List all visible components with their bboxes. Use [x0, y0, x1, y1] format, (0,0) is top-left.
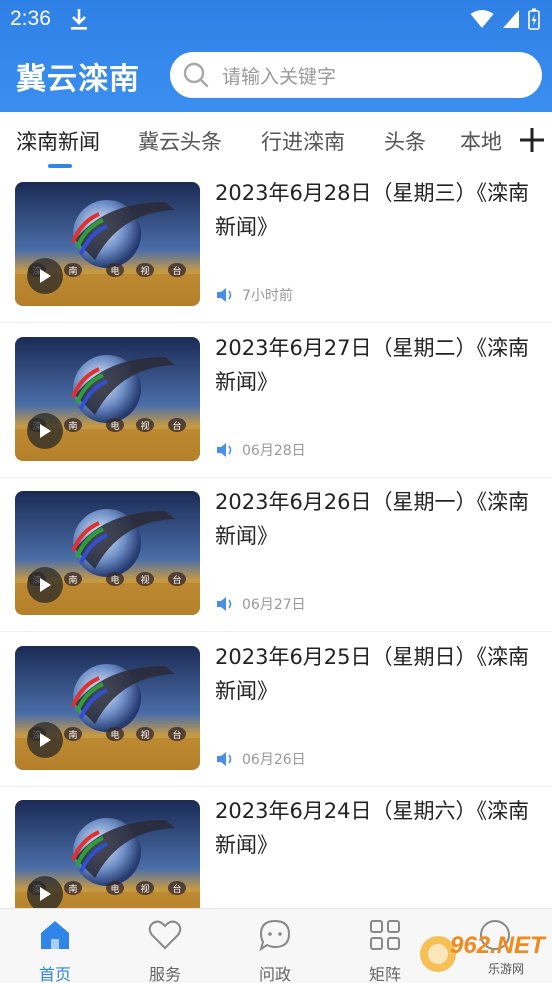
status-bar: 2:36 — [0, 0, 552, 40]
play-icon — [40, 578, 51, 592]
speaker-icon — [217, 442, 232, 457]
thumb-char: 台 — [172, 883, 181, 895]
signal-icon — [503, 10, 519, 28]
thumb-char: 电 — [110, 420, 119, 432]
watermark-sub: 乐游网 — [488, 962, 525, 976]
thumb-char: 南 — [68, 420, 77, 432]
play-button[interactable] — [27, 258, 63, 294]
news-thumbnail[interactable]: 滦南电视台 — [15, 182, 200, 306]
news-meta: 06月28日 — [216, 440, 306, 460]
news-thumbnail[interactable]: 滦南电视台 — [15, 336, 200, 461]
speaker-icon — [217, 288, 232, 302]
play-button[interactable] — [27, 412, 63, 449]
play-icon — [40, 887, 51, 901]
thumb-char: 台 — [172, 729, 181, 741]
status-time: 2:36 — [10, 7, 51, 30]
news-time: 06月27日 — [242, 597, 306, 613]
news-thumbnail[interactable]: 滦南电视台 — [15, 491, 200, 615]
news-item[interactable]: 滦南电视台2023年6月28日（星期三）《滦南新闻》7小时前 — [0, 168, 552, 323]
play-icon — [40, 423, 51, 438]
thumb-char: 视 — [140, 420, 149, 432]
thumb-char: 电 — [110, 729, 119, 741]
play-icon — [40, 269, 51, 283]
watermark-brand: 962.NET — [450, 932, 545, 959]
heart-icon — [148, 920, 182, 950]
watermark-logo: 962.NET 乐游网 — [418, 930, 548, 980]
news-title[interactable]: 2023年6月26日（星期一）《滦南新闻》 — [215, 485, 545, 553]
play-button[interactable] — [27, 876, 63, 912]
search-placeholder: 请输入关键字 — [222, 65, 337, 88]
thumb-char: 南 — [68, 883, 77, 895]
play-button[interactable] — [27, 567, 63, 603]
thumb-char: 电 — [110, 574, 119, 586]
news-title[interactable]: 2023年6月28日（星期三）《滦南新闻》 — [215, 176, 545, 244]
news-title[interactable]: 2023年6月27日（星期二）《滦南新闻》 — [215, 331, 545, 399]
play-icon — [40, 732, 51, 747]
thumb-char: 南 — [68, 574, 77, 586]
nav-wenzheng-label: 问政 — [258, 965, 291, 983]
app-title: 冀云滦南 — [16, 62, 140, 97]
news-time: 7小时前 — [242, 288, 293, 304]
news-meta: 7小时前 — [216, 285, 293, 305]
news-title[interactable]: 2023年6月24日（星期六）《滦南新闻》 — [215, 794, 545, 862]
nav-wenzheng[interactable]: 问政 — [220, 909, 330, 983]
thumb-char: 南 — [68, 265, 77, 277]
home-icon — [41, 921, 69, 949]
grid-icon — [370, 920, 400, 950]
news-time: 06月26日 — [242, 751, 306, 768]
tab-jiyun-headlines[interactable]: 冀云头条 — [138, 126, 222, 156]
tab-progressing-luannan[interactable]: 行进滦南 — [261, 126, 345, 156]
news-item[interactable]: 滦南电视台2023年6月27日（星期二）《滦南新闻》06月28日 — [0, 323, 552, 478]
thumb-char: 台 — [172, 420, 181, 432]
search-icon — [183, 62, 209, 88]
thumb-char: 电 — [110, 265, 119, 277]
thumb-char: 台 — [172, 574, 181, 586]
nav-home[interactable]: 首页 — [0, 909, 110, 983]
news-time: 06月28日 — [242, 442, 306, 459]
tab-luannan-news[interactable]: 滦南新闻 — [16, 126, 100, 156]
speaker-icon — [217, 751, 232, 766]
nav-service-label: 服务 — [148, 965, 181, 983]
news-title[interactable]: 2023年6月25日（星期日）《滦南新闻》 — [215, 640, 545, 708]
speaker-icon — [217, 597, 232, 611]
news-item[interactable]: 滦南电视台 2023年6月26日（星期一）《滦南新闻》06月27日 — [0, 477, 552, 632]
tab-headlines[interactable]: 头条 — [384, 126, 426, 156]
thumb-char: 视 — [140, 265, 149, 277]
thumb-char: 南 — [68, 729, 77, 741]
app-header: 2:36 冀云滦南 请输入关键字 — [0, 0, 552, 112]
search-input[interactable]: 请输入关键字 — [170, 52, 542, 98]
thumb-char: 视 — [140, 883, 149, 895]
nav-home-label: 首页 — [38, 965, 71, 983]
news-thumbnail[interactable]: 滦南电视台 — [15, 645, 200, 770]
news-meta: 06月26日 — [216, 749, 306, 769]
thumb-char: 台 — [172, 265, 181, 277]
thumb-char: 电 — [110, 883, 119, 895]
channel-tabs: 滦南新闻 冀云头条 行进滦南 头条 本地 — [0, 112, 552, 168]
thumb-char: 视 — [140, 574, 149, 586]
battery-icon — [528, 8, 540, 30]
add-channel-icon[interactable] — [516, 124, 548, 156]
nav-service[interactable]: 服务 — [110, 909, 220, 983]
tab-local[interactable]: 本地 — [460, 126, 502, 156]
news-thumbnail[interactable]: 滦南电视台 — [15, 800, 200, 924]
wifi-icon — [470, 10, 494, 28]
thumb-char: 视 — [140, 729, 149, 741]
play-button[interactable] — [27, 721, 63, 758]
news-item[interactable]: 滦南电视台2023年6月25日（星期日）《滦南新闻》06月26日 — [0, 632, 552, 787]
chat-icon — [259, 919, 291, 952]
news-meta: 06月27日 — [216, 594, 306, 614]
download-icon — [71, 9, 87, 30]
